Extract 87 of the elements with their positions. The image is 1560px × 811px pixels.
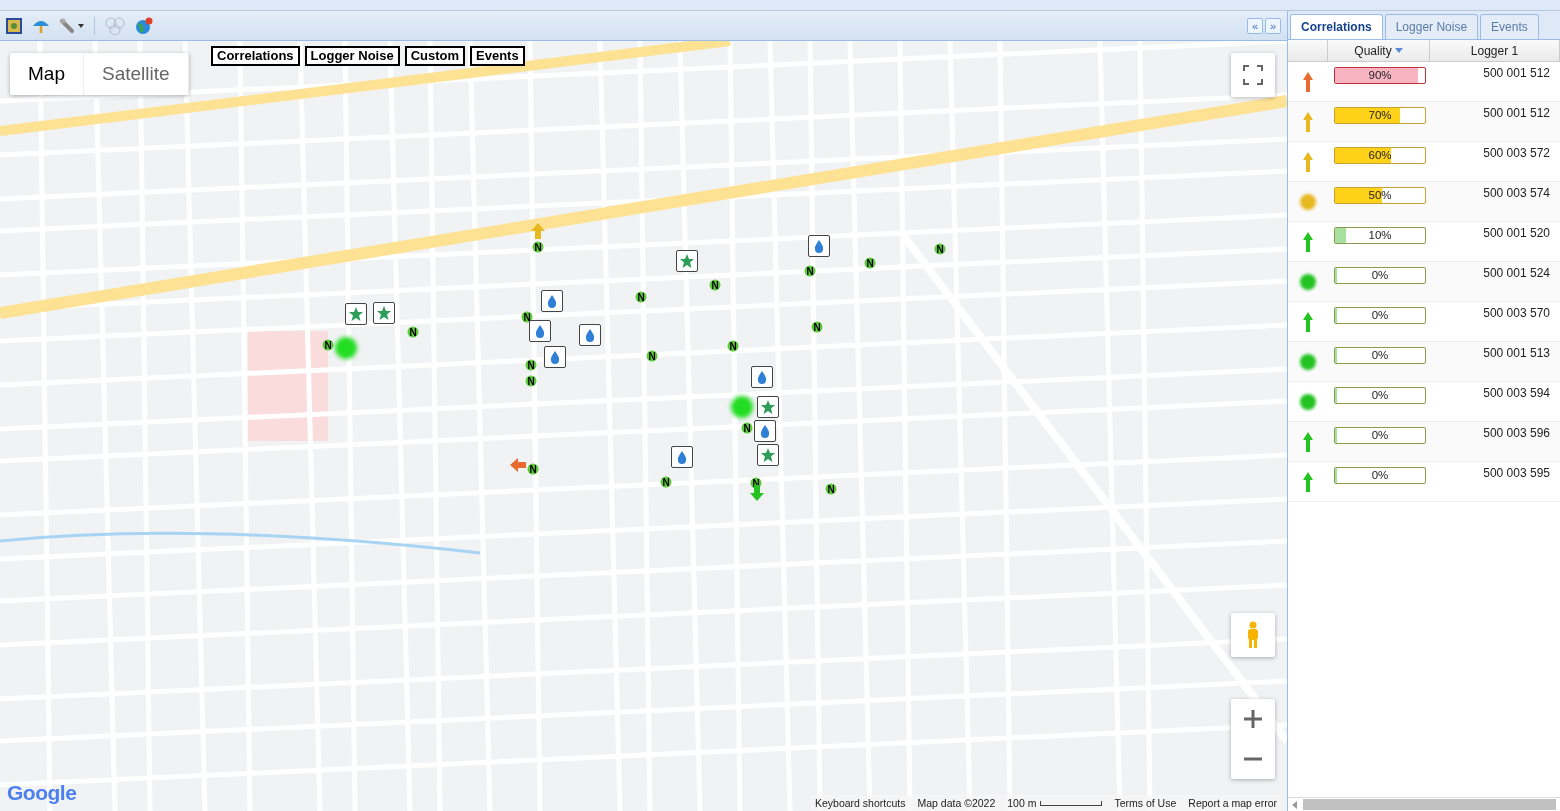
fullscreen-icon[interactable] xyxy=(1243,65,1263,85)
node-marker[interactable]: N xyxy=(635,291,647,303)
water-drop-flag[interactable] xyxy=(541,290,563,312)
quality-percent: 0% xyxy=(1370,428,1390,443)
map-logo: Google xyxy=(7,781,77,805)
logger-id: 500 003 594 xyxy=(1482,385,1551,402)
map-footer-link[interactable]: Report a map error xyxy=(1188,797,1277,809)
star-flag[interactable] xyxy=(373,302,395,324)
water-drop-flag[interactable] xyxy=(754,420,776,442)
quality-percent: 90% xyxy=(1367,68,1393,83)
node-marker[interactable]: N xyxy=(527,463,539,475)
node-marker[interactable]: N xyxy=(525,359,537,371)
map-type-button[interactable]: Satellite xyxy=(83,53,189,95)
quality-percent: 70% xyxy=(1367,108,1393,123)
column-header[interactable]: Quality xyxy=(1328,40,1430,61)
arrow-marker[interactable] xyxy=(531,223,545,239)
logger-id: 500 003 595 xyxy=(1482,465,1551,482)
node-marker[interactable]: N xyxy=(525,375,537,387)
scrollbar-thumb[interactable] xyxy=(1303,799,1556,810)
panel-tab[interactable]: Logger Noise xyxy=(1384,14,1479,39)
node-marker[interactable]: N xyxy=(660,476,672,488)
layer-toggle-button[interactable]: Events xyxy=(470,46,525,66)
minus-icon[interactable] xyxy=(1244,757,1262,761)
quality-percent: 0% xyxy=(1370,468,1390,483)
quality-percent: 0% xyxy=(1370,348,1390,363)
caret-icon[interactable] xyxy=(78,23,84,28)
scale-bar-icon xyxy=(1040,800,1103,806)
quality-percent: 0% xyxy=(1370,308,1390,323)
layer-toggle-button[interactable]: Correlations xyxy=(211,46,300,66)
node-marker[interactable]: N xyxy=(825,483,837,495)
logger-id: 500 003 570 xyxy=(1482,305,1551,322)
water-drop-flag[interactable] xyxy=(544,346,566,368)
panel-tab[interactable]: Events xyxy=(1480,14,1539,39)
scale-label: 100 m xyxy=(1007,797,1037,809)
node-marker[interactable]: N xyxy=(741,422,753,434)
quality-percent: 0% xyxy=(1370,388,1390,403)
arrow-marker[interactable] xyxy=(510,458,526,472)
node-marker[interactable]: N xyxy=(727,340,739,352)
glow-marker[interactable] xyxy=(335,337,357,359)
column-header[interactable]: Logger 1 xyxy=(1430,40,1560,61)
water-drop-flag[interactable] xyxy=(529,320,551,342)
node-marker[interactable]: N xyxy=(322,339,334,351)
sort-caret-icon[interactable] xyxy=(1394,48,1403,53)
map-type-button[interactable]: Map xyxy=(10,53,84,95)
map-footer-link[interactable]: Terms of Use xyxy=(1114,797,1177,809)
quality-percent: 60% xyxy=(1367,148,1393,163)
logger-id: 500 003 574 xyxy=(1482,185,1551,202)
node-marker[interactable]: N xyxy=(804,265,816,277)
node-marker[interactable]: N xyxy=(532,241,544,253)
star-flag[interactable] xyxy=(345,303,367,325)
logger-id: 500 001 524 xyxy=(1482,265,1551,282)
node-marker[interactable]: N xyxy=(646,350,658,362)
fullscreen-button[interactable] xyxy=(1231,53,1275,97)
quality-percent: 10% xyxy=(1367,228,1393,243)
layer-toggle-button[interactable]: Logger Noise xyxy=(304,46,400,66)
collapse-button[interactable]: » xyxy=(1265,17,1281,34)
node-marker[interactable]: N xyxy=(521,311,533,323)
water-drop-flag[interactable] xyxy=(808,235,830,257)
panel-tab[interactable]: Correlations xyxy=(1290,14,1383,39)
node-marker[interactable]: N xyxy=(407,326,419,338)
star-flag[interactable] xyxy=(757,396,779,418)
layer-toggle-button[interactable]: Custom xyxy=(404,46,466,66)
logger-id: 500 003 572 xyxy=(1482,145,1551,162)
node-marker[interactable]: N xyxy=(934,243,946,255)
star-flag[interactable] xyxy=(676,250,698,272)
node-marker[interactable]: N xyxy=(811,321,823,333)
arrow-marker[interactable] xyxy=(750,485,764,501)
quality-percent: 0% xyxy=(1370,268,1390,283)
logger-id: 500 001 512 xyxy=(1482,105,1551,122)
node-marker[interactable]: N xyxy=(709,279,721,291)
scroll-left-icon[interactable] xyxy=(1292,800,1297,809)
map-footer-text: Keyboard shortcuts xyxy=(815,797,906,809)
water-drop-flag[interactable] xyxy=(579,324,601,346)
collapse-button[interactable]: « xyxy=(1247,17,1263,34)
water-drop-flag[interactable] xyxy=(671,446,693,468)
water-drop-flag[interactable] xyxy=(751,366,773,388)
logger-id: 500 001 512 xyxy=(1482,65,1551,82)
logger-id: 500 003 596 xyxy=(1482,425,1551,442)
logger-id: 500 001 513 xyxy=(1482,345,1551,362)
star-flag[interactable] xyxy=(757,444,779,466)
node-marker[interactable]: N xyxy=(864,257,876,269)
globe-icon[interactable] xyxy=(135,16,153,35)
logger-id: 500 001 520 xyxy=(1482,225,1551,242)
plus-icon[interactable] xyxy=(1244,710,1262,728)
glow-marker[interactable] xyxy=(731,396,753,418)
map-region-icon[interactable] xyxy=(6,17,22,34)
map-footer-text: Map data ©2022 xyxy=(917,797,996,809)
